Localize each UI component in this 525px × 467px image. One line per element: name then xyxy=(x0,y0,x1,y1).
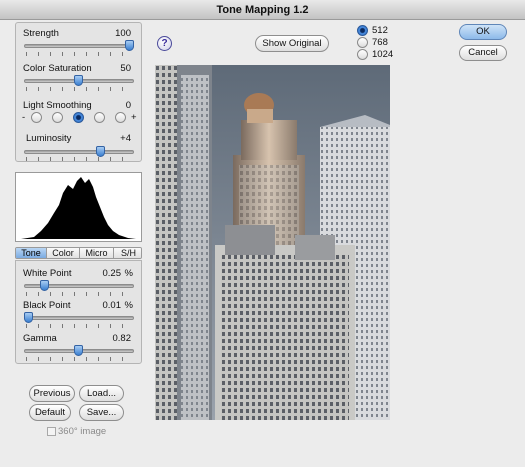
cancel-button[interactable]: Cancel xyxy=(459,45,507,61)
default-button[interactable]: Default xyxy=(29,404,71,421)
strength-slider-thumb[interactable] xyxy=(125,40,134,51)
light-smoothing-label: Light Smoothing xyxy=(23,100,92,111)
white-point-slider-ticks xyxy=(26,292,134,296)
strength-value: 100 xyxy=(115,28,131,39)
white-point-value: 0.25 xyxy=(102,268,122,279)
color-saturation-slider-thumb[interactable] xyxy=(74,75,83,86)
strength-label: Strength xyxy=(23,28,59,39)
size-768-label: 768 xyxy=(372,37,388,48)
luminosity-value: +4 xyxy=(120,133,131,144)
gamma-slider-ticks xyxy=(26,357,134,361)
tab-tone[interactable]: Tone xyxy=(16,248,47,258)
light-smoothing-minus: - xyxy=(22,112,26,123)
white-point-unit: % xyxy=(124,268,133,279)
light-smoothing-radio-1[interactable] xyxy=(31,112,42,123)
luminosity-slider-ticks xyxy=(26,157,134,161)
size-1024-label: 1024 xyxy=(372,49,394,60)
tab-micro[interactable]: Micro xyxy=(80,248,114,258)
size-512-label: 512 xyxy=(372,25,388,36)
window-title: Tone Mapping 1.2 xyxy=(0,0,525,20)
black-point-slider-track[interactable] xyxy=(24,316,134,320)
white-point-slider-thumb[interactable] xyxy=(40,280,49,291)
black-point-slider-ticks xyxy=(26,324,134,328)
black-point-label: Black Point xyxy=(23,300,71,311)
luminosity-slider-thumb[interactable] xyxy=(96,146,105,157)
light-smoothing-radio-2[interactable] xyxy=(52,112,63,123)
strength-slider-track[interactable] xyxy=(24,44,134,48)
help-button[interactable]: ? xyxy=(157,36,172,51)
360-image-checkbox[interactable] xyxy=(47,427,56,436)
show-original-button[interactable]: Show Original xyxy=(255,35,329,52)
luminosity-slider-track[interactable] xyxy=(24,150,134,154)
color-saturation-slider-ticks xyxy=(26,87,134,91)
help-icon: ? xyxy=(161,38,168,49)
color-saturation-value: 50 xyxy=(120,63,131,74)
tab-s-h[interactable]: S/H xyxy=(114,248,141,258)
size-512-radio[interactable] xyxy=(357,25,368,36)
color-saturation-label: Color Saturation xyxy=(23,63,92,74)
size-1024-radio[interactable] xyxy=(357,49,368,60)
load-button[interactable]: Load... xyxy=(79,385,124,402)
light-smoothing-radio-3[interactable] xyxy=(73,112,84,123)
ok-button[interactable]: OK xyxy=(459,24,507,40)
black-point-value: 0.01 xyxy=(102,300,122,311)
strength-slider-ticks xyxy=(26,52,134,56)
tab-bar: Tone Color Micro S/H xyxy=(15,247,142,259)
save-button[interactable]: Save... xyxy=(79,404,124,421)
black-point-unit: % xyxy=(124,300,133,311)
tab-color[interactable]: Color xyxy=(47,248,80,258)
gamma-slider-thumb[interactable] xyxy=(74,345,83,356)
histogram-panel xyxy=(15,172,142,242)
main-settings-panel: Strength 100 Color Saturation 50 Light S… xyxy=(15,22,142,162)
previous-button[interactable]: Previous xyxy=(29,385,75,402)
light-smoothing-radio-5[interactable] xyxy=(115,112,126,123)
gamma-label: Gamma xyxy=(23,333,57,344)
preview-image xyxy=(155,65,390,420)
preview-image-graphic xyxy=(155,65,390,420)
histogram-graph xyxy=(21,177,136,239)
white-point-label: White Point xyxy=(23,268,72,279)
gamma-value: 0.82 xyxy=(112,333,132,344)
light-smoothing-value: 0 xyxy=(125,100,131,111)
luminosity-label: Luminosity xyxy=(26,133,72,144)
light-smoothing-plus: + xyxy=(131,112,137,123)
tone-settings-panel: White Point 0.25 % Black Point 0.01 % Ga… xyxy=(15,260,142,364)
light-smoothing-radio-4[interactable] xyxy=(94,112,105,123)
size-768-radio[interactable] xyxy=(357,37,368,48)
360-image-label: 360° image xyxy=(58,426,107,437)
black-point-slider-thumb[interactable] xyxy=(24,312,33,323)
